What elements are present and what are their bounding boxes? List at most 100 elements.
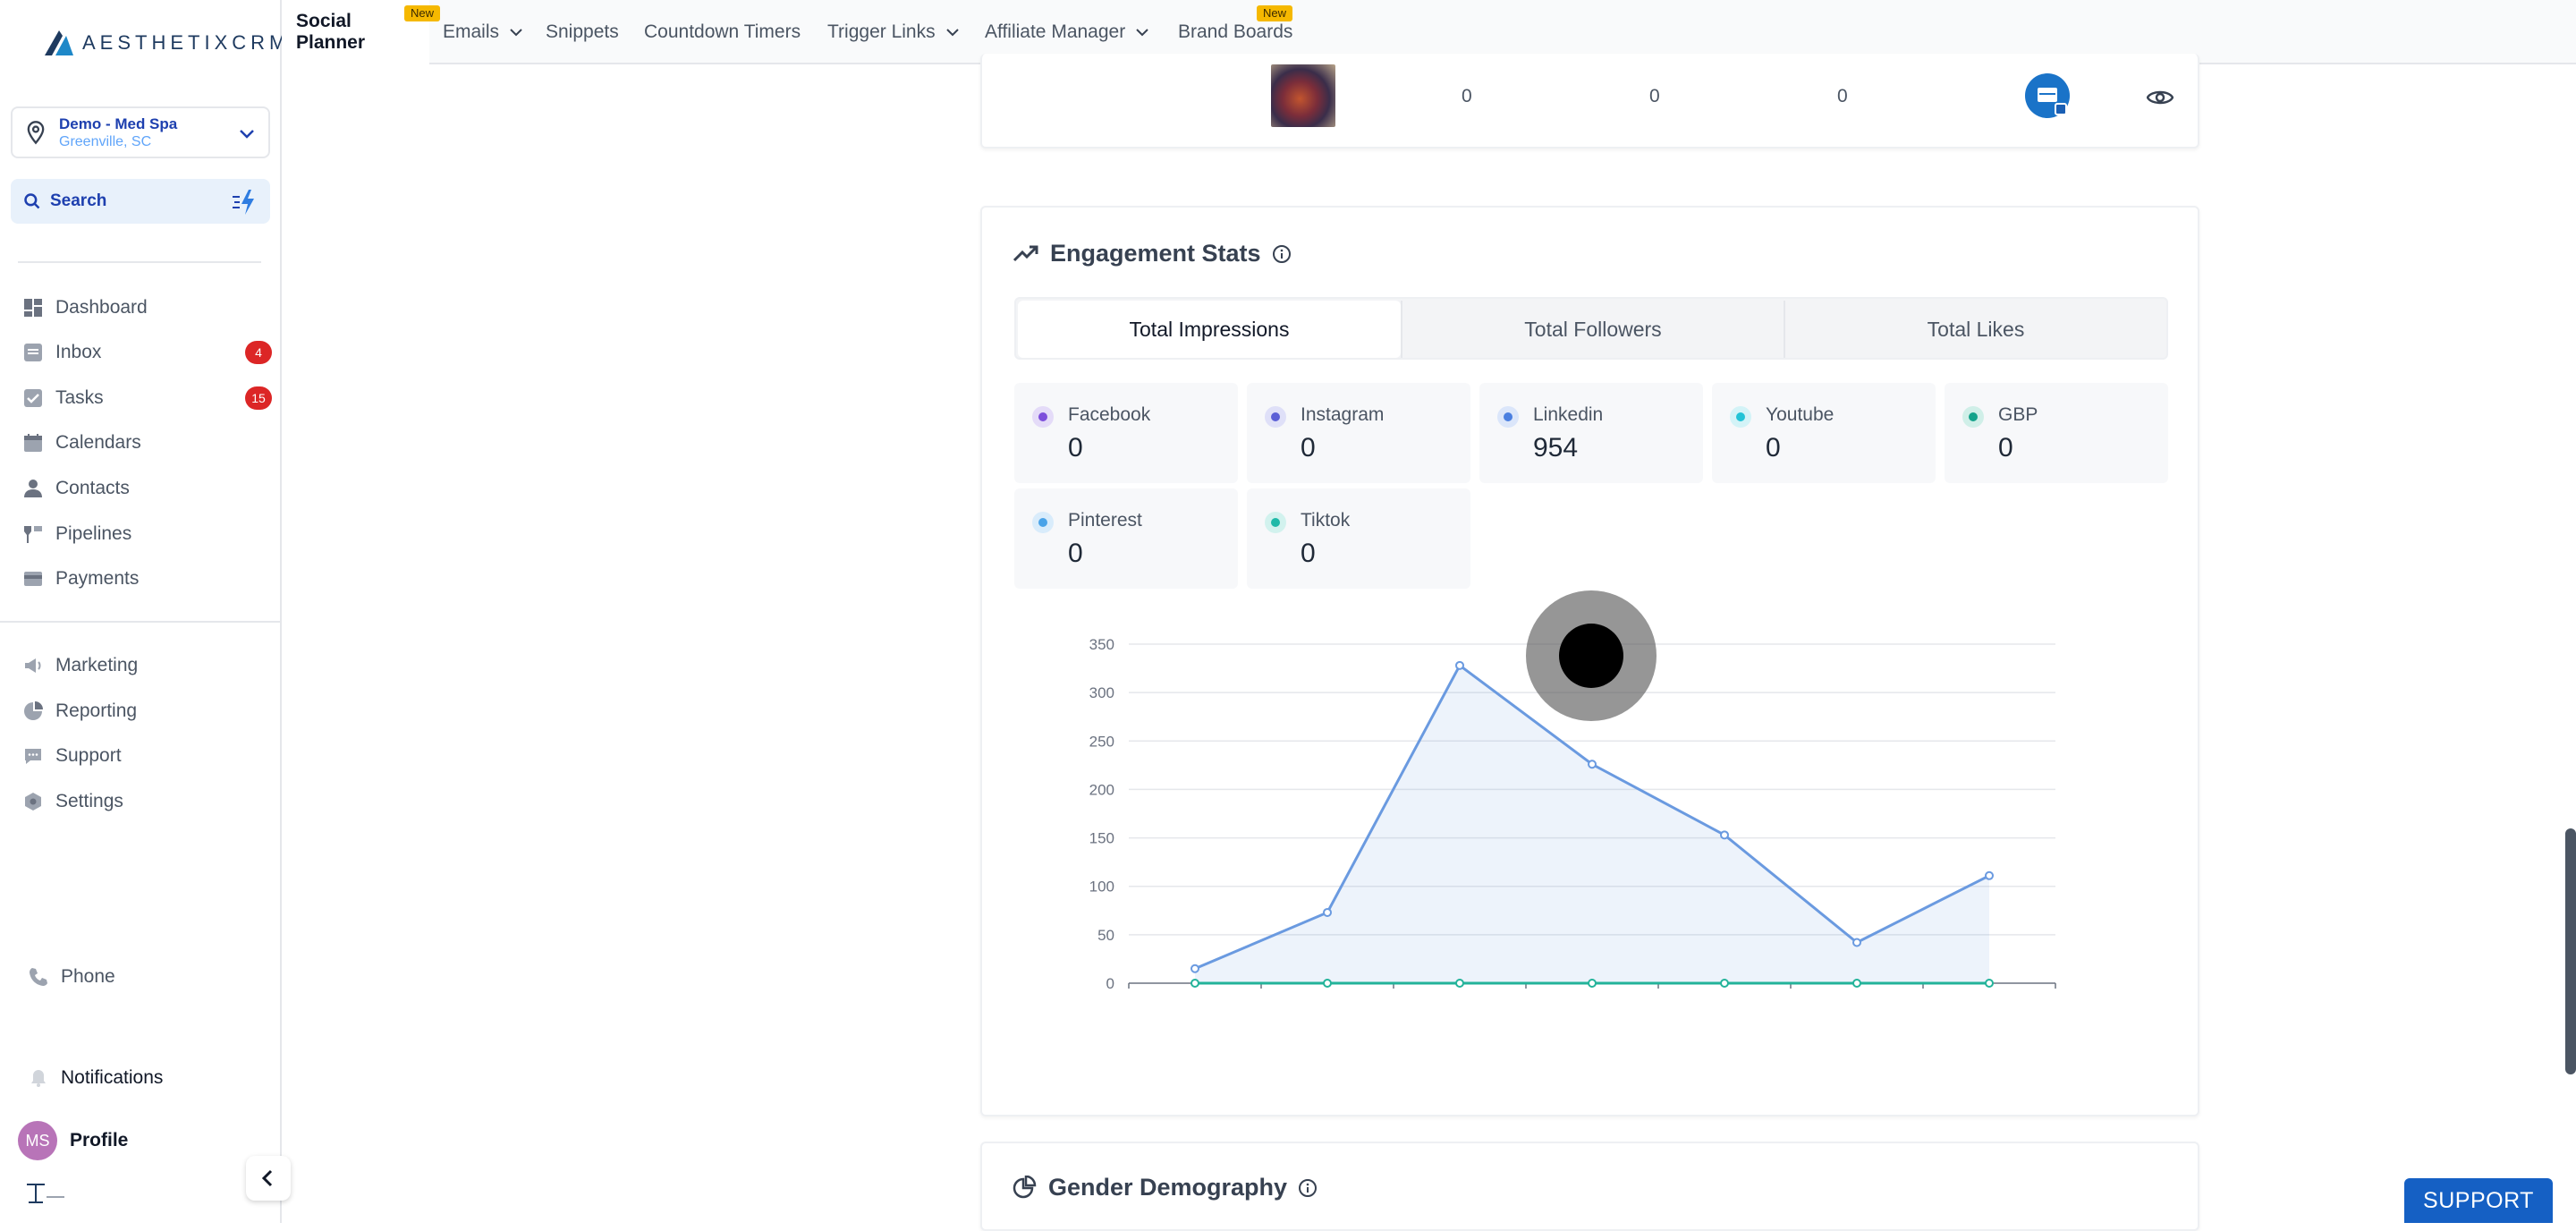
tab-snippets[interactable]: Snippets (546, 0, 619, 64)
facebook-dot (1032, 406, 1054, 428)
tab-label: Social Planner (296, 11, 366, 53)
sidebar-item-calendars[interactable]: Calendars (23, 428, 272, 458)
sidebar-item-label: Marketing (55, 655, 139, 675)
sidebar-divider (0, 621, 282, 623)
stat-value: 0 (1068, 539, 1083, 568)
phone-button[interactable]: Phone (29, 962, 277, 992)
sidebar-item-label: Calendars (55, 432, 141, 453)
x-tick-label: Tue (1712, 992, 1738, 995)
chevron-down-icon (1136, 29, 1148, 37)
sidebar-item-contacts[interactable]: Contacts (23, 473, 272, 504)
cursor-dot (1559, 624, 1623, 688)
gender-demography-card: Gender Demography (980, 1142, 2199, 1231)
search-button[interactable]: Search (11, 179, 270, 224)
tab-label: Affiliate Manager (985, 21, 1126, 42)
stat-label: GBP (1998, 404, 2038, 425)
sidebar-item-tasks[interactable]: Tasks 15 (23, 383, 272, 413)
lightning-icon[interactable] (231, 188, 259, 216)
new-tag: New (404, 5, 441, 21)
gbp-dot (1962, 406, 1984, 428)
y-tick-label: 300 (1089, 684, 1114, 701)
engagement-stats-title: Engagement Stats (1050, 240, 1261, 267)
stat-label: Pinterest (1068, 510, 1142, 531)
sidebar-item-label: Pipelines (55, 523, 132, 544)
location-switcher[interactable]: Demo - Med Spa Greenville, SC (11, 106, 270, 158)
support-button[interactable]: SUPPORT (2404, 1178, 2553, 1223)
sidebar-item-label: Contacts (55, 478, 130, 498)
trending-up-icon (1013, 245, 1038, 261)
sidebar-item-pipelines[interactable]: Pipelines (23, 519, 272, 549)
tab-label: Total Impressions (1129, 317, 1290, 341)
phone-label: Phone (61, 966, 115, 987)
sidebar-divider (18, 261, 261, 263)
info-icon[interactable] (1298, 1178, 1318, 1198)
bell-icon (31, 1070, 46, 1087)
map-pin-icon (27, 121, 45, 145)
notifications-button[interactable]: Notifications (29, 1063, 277, 1093)
eye-icon[interactable] (2147, 88, 2174, 107)
stat-gbp: GBP 0 (1945, 383, 2168, 483)
stat-instagram: Instagram 0 (1247, 383, 1470, 483)
tab-trigger-links[interactable]: Trigger Links (827, 0, 961, 64)
x-tick-label: Mon (1577, 992, 1606, 995)
scrollbar-thumb[interactable] (2565, 828, 2576, 1074)
avatar: MS (18, 1121, 57, 1160)
tab-label: Emails (443, 21, 500, 42)
stat-facebook: Facebook 0 (1014, 383, 1238, 483)
sidebar-item-support[interactable]: Support (23, 741, 272, 771)
tab-emails[interactable]: Emails (443, 0, 524, 64)
data-point (1455, 979, 1464, 988)
marketing-icon (25, 658, 41, 673)
post-metric-value: 0 (1649, 86, 1660, 106)
facebook-page-icon (2025, 73, 2070, 118)
chevron-down-icon (945, 29, 959, 37)
tab-label: Brand Boards (1178, 21, 1293, 42)
info-icon[interactable] (1272, 244, 1292, 264)
chevron-down-icon (510, 29, 522, 37)
sidebar-item-settings[interactable]: Settings (23, 786, 272, 817)
y-tick-label: 250 (1089, 733, 1114, 750)
profile-button[interactable]: MS Profile (18, 1118, 267, 1163)
sidebar-item-label: Inbox (55, 342, 102, 362)
payments-icon (24, 572, 42, 586)
sidebar-item-reporting[interactable]: Reporting (23, 696, 272, 726)
collapse-sidebar-button[interactable] (246, 1156, 291, 1201)
stat-label: Linkedin (1533, 404, 1604, 425)
stat-value: 0 (1766, 433, 1781, 463)
pie-chart-icon (1013, 1175, 1037, 1198)
sidebar-item-label: Dashboard (55, 297, 148, 318)
tab-total-likes[interactable]: Total Likes (1784, 301, 2166, 358)
data-point (1191, 964, 1199, 973)
location-name: Demo - Med Spa (59, 115, 178, 132)
post-row-card: 0 0 0 (980, 54, 2199, 149)
chevron-down-icon (240, 130, 254, 139)
data-point (1455, 660, 1464, 670)
tab-total-followers[interactable]: Total Followers (1401, 301, 1784, 358)
stat-label: Tiktok (1301, 510, 1351, 531)
data-point (1323, 979, 1332, 988)
sidebar-item-label: Settings (55, 791, 123, 811)
stat-value: 954 (1533, 433, 1579, 463)
sidebar-item-inbox[interactable]: Inbox 4 (23, 337, 272, 368)
gender-demography-header: Gender Demography (1013, 1174, 1318, 1201)
y-tick-label: 50 (1097, 927, 1114, 944)
sidebar-item-dashboard[interactable]: Dashboard (23, 293, 272, 323)
stat-tiktok: Tiktok 0 (1247, 488, 1470, 589)
y-tick-label: 0 (1106, 975, 1114, 992)
tab-total-impressions[interactable]: Total Impressions (1018, 301, 1401, 358)
sidebar-item-payments[interactable]: Payments (23, 564, 272, 594)
brand-logo[interactable]: AESTHETIXCRM (41, 25, 290, 61)
post-thumbnail[interactable] (1271, 64, 1335, 127)
data-point (1191, 979, 1199, 988)
stat-value: 0 (1301, 539, 1316, 568)
settings-icon (25, 793, 41, 811)
notifications-label: Notifications (61, 1067, 164, 1088)
tab-label: Countdown Timers (644, 21, 801, 42)
support-chat-icon (25, 749, 41, 764)
linkedin-dot (1497, 406, 1519, 428)
x-tick-label: Sun (1446, 992, 1473, 995)
sidebar-item-marketing[interactable]: Marketing (23, 650, 272, 681)
dashboard-icon (24, 299, 42, 317)
sidebar-item-label: Reporting (55, 700, 138, 721)
tab-countdown-timers[interactable]: Countdown Timers New (404, 0, 801, 64)
